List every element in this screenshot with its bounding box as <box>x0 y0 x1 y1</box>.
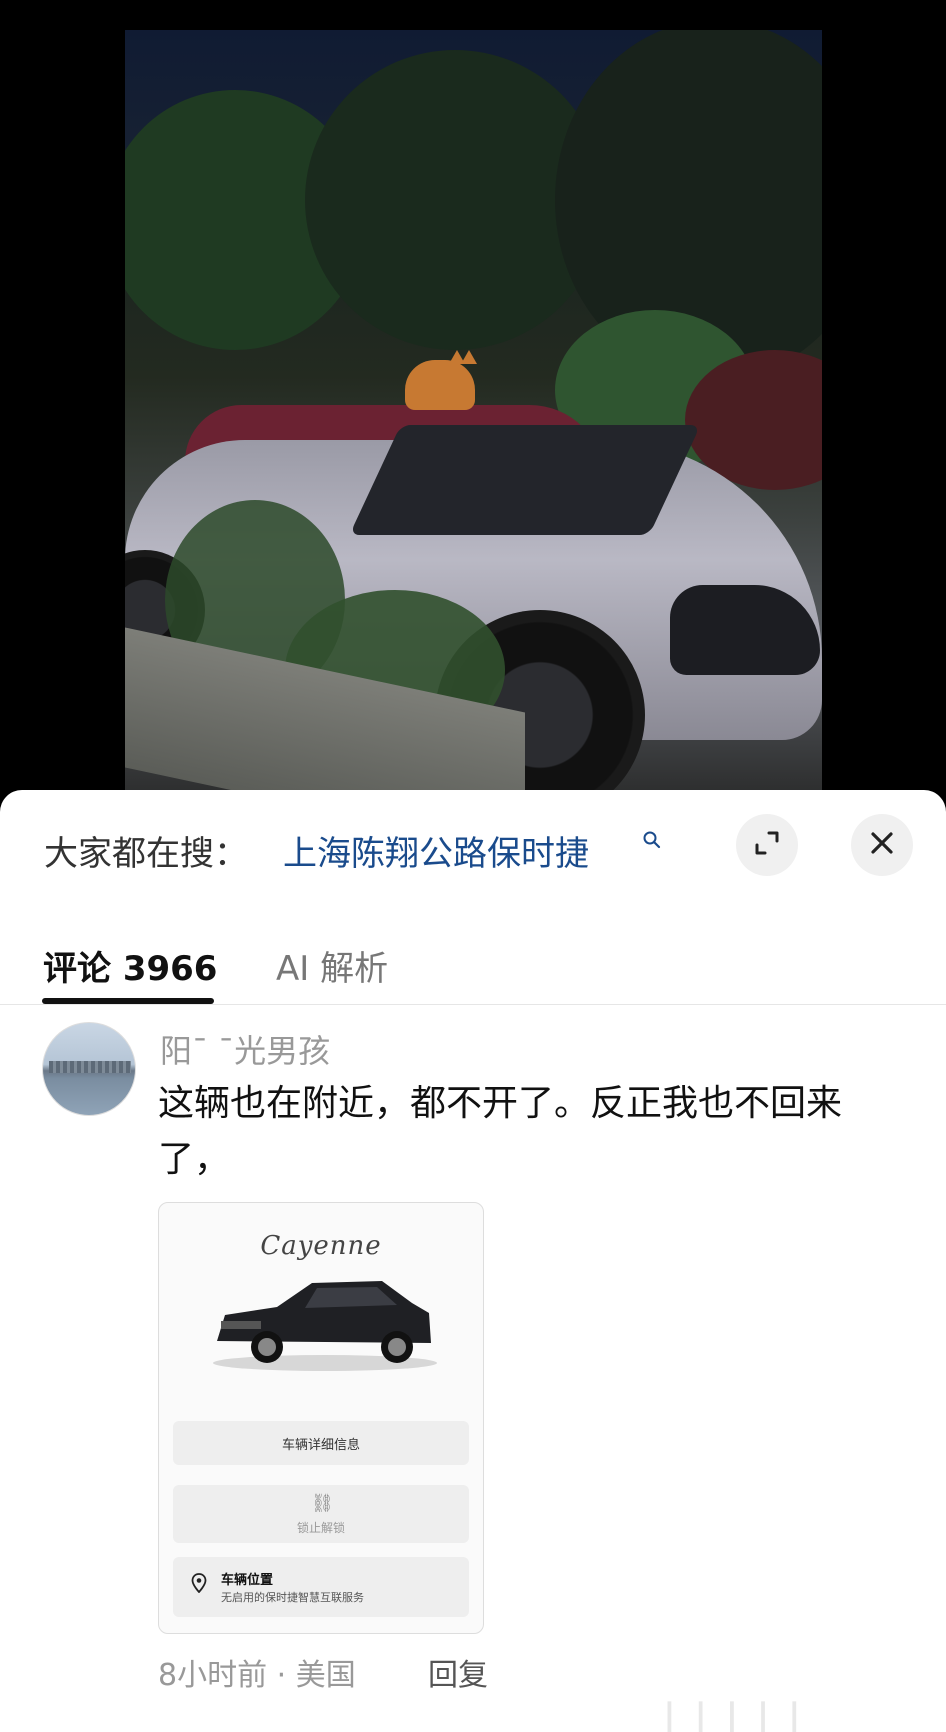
lock-unlock-label: 锁止解锁 <box>296 1521 345 1535</box>
comment-panel: 大家都在搜： 上海陈翔公路保时捷 评论 3966 AI 解析 阳¯ ¯光男孩 这… <box>0 790 946 1732</box>
tab-comments[interactable]: 评论 3966 <box>43 941 217 990</box>
location-pin-icon <box>191 1573 207 1598</box>
lock-unlock-button: ⛓ 锁止解锁 <box>173 1485 469 1543</box>
active-tab-indicator <box>42 998 214 1004</box>
comment-image-attachment[interactable]: Cayenne 车辆详细信息 ⛓ 锁止解锁 车辆位置 无启用的保时捷智慧互联服务 <box>158 1202 484 1634</box>
avatar[interactable] <box>42 1022 136 1116</box>
vehicle-location-card: 车辆位置 无启用的保时捷智慧互联服务 <box>173 1557 469 1617</box>
vehicle-details-button: 车辆详细信息 <box>173 1421 469 1465</box>
attachment-brand-logo: Cayenne <box>260 1231 382 1261</box>
close-icon <box>869 830 895 860</box>
comment-meta: 8小时前 · 美国 <box>158 1658 356 1693</box>
suv-illustration <box>213 1281 437 1371</box>
link-icon: ⛓ <box>311 1493 334 1514</box>
tab-ai-analysis[interactable]: AI 解析 <box>276 941 388 990</box>
avatar-skyline <box>49 1061 131 1073</box>
watermark: ▏▏▏▏▏ <box>668 1702 825 1732</box>
location-title: 车辆位置 <box>221 1573 274 1588</box>
close-button[interactable] <box>851 814 913 876</box>
comment-text: 这辆也在附近，都不开了。反正我也不回来了， <box>158 1083 843 1180</box>
expand-icon <box>752 828 782 862</box>
car-window <box>349 425 701 535</box>
video-player[interactable] <box>0 0 946 800</box>
trending-search-bar: 大家都在搜： 上海陈翔公路保时捷 <box>0 790 946 900</box>
video-frame <box>125 30 822 800</box>
vehicle-details-label: 车辆详细信息 <box>281 1438 360 1453</box>
expand-button[interactable] <box>736 814 798 876</box>
reply-button[interactable]: 回复 <box>428 1650 488 1694</box>
panel-tabs: 评论 3966 AI 解析 <box>0 925 946 1005</box>
trending-search-link[interactable]: 上海陈翔公路保时捷 <box>283 826 589 875</box>
search-icon[interactable] <box>642 830 662 855</box>
cat <box>405 350 477 410</box>
trending-search-prefix: 大家都在搜： <box>44 834 248 874</box>
location-subtitle: 无启用的保时捷智慧互联服务 <box>221 1591 364 1604</box>
comment-username[interactable]: 阳¯ ¯光男孩 <box>160 1026 330 1072</box>
